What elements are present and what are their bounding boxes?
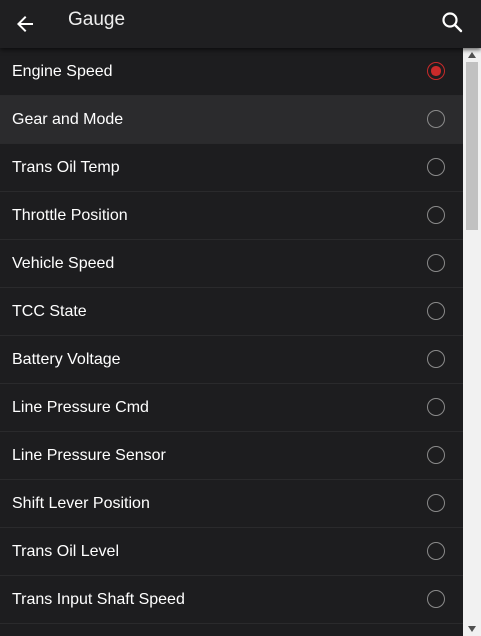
list-item-label: Trans Oil Temp (12, 159, 120, 176)
list-item[interactable]: Shift Lever Position (0, 480, 463, 528)
scrollbar-thumb[interactable] (466, 62, 478, 230)
list-item[interactable]: Vehicle Speed (0, 240, 463, 288)
list-item-label: Trans Input Shaft Speed (12, 591, 185, 608)
app-bar: Gauge (0, 0, 481, 48)
list-item[interactable]: TCC State (0, 288, 463, 336)
radio-button[interactable] (427, 494, 445, 512)
list-item-label: Battery Voltage (12, 351, 121, 368)
list-item-label: Line Pressure Cmd (12, 399, 149, 416)
list-item[interactable]: Battery Voltage (0, 336, 463, 384)
list-item-label: TCC State (12, 303, 87, 320)
gauge-selection-screen: Gauge Engine Speed Gear and Mode Trans Oil… (0, 0, 481, 636)
list-item-label: Engine Speed (12, 63, 113, 80)
triangle-up-icon (468, 52, 476, 58)
list-item[interactable]: Throttle Position (0, 192, 463, 240)
radio-button[interactable] (427, 302, 445, 320)
list-item-label: Line Pressure Sensor (12, 447, 166, 464)
radio-button[interactable] (427, 158, 445, 176)
list-item[interactable]: Line Pressure Sensor (0, 432, 463, 480)
list-item[interactable]: Trans Oil Level (0, 528, 463, 576)
arrow-left-icon (17, 16, 33, 32)
gauge-option-list: Engine Speed Gear and Mode Trans Oil Temp T… (0, 56, 463, 636)
scroll-up-arrow[interactable] (463, 48, 481, 62)
radio-button[interactable] (427, 350, 445, 368)
page-title: Gauge (68, 9, 126, 30)
list-item-label: Shift Lever Position (12, 495, 150, 512)
radio-button[interactable] (427, 398, 445, 416)
search-icon (442, 12, 463, 33)
list-item[interactable]: Gear and Mode (0, 96, 463, 144)
radio-button[interactable] (427, 206, 445, 224)
triangle-down-icon (468, 626, 476, 632)
list-item[interactable]: Trans Oil Temp (0, 144, 463, 192)
list-item[interactable]: Line Pressure Cmd (0, 384, 463, 432)
list-item[interactable]: Trans Input Shaft Speed (0, 576, 463, 624)
list-item[interactable]: Engine Speed (0, 56, 463, 96)
radio-button[interactable] (427, 542, 445, 560)
radio-button[interactable] (427, 446, 445, 464)
scroll-down-arrow[interactable] (463, 622, 481, 636)
search-button[interactable] (436, 6, 468, 38)
list-item-label: Gear and Mode (12, 111, 124, 128)
list-item-label: Trans Oil Level (12, 543, 119, 560)
radio-button[interactable] (427, 62, 445, 80)
back-button[interactable] (9, 8, 41, 40)
row-divider (0, 623, 463, 624)
radio-button[interactable] (427, 590, 445, 608)
list-item-label: Vehicle Speed (12, 255, 115, 272)
vertical-scrollbar[interactable] (463, 48, 481, 636)
list-item-label: Throttle Position (12, 207, 128, 224)
radio-button[interactable] (427, 110, 445, 128)
radio-button[interactable] (427, 254, 445, 272)
